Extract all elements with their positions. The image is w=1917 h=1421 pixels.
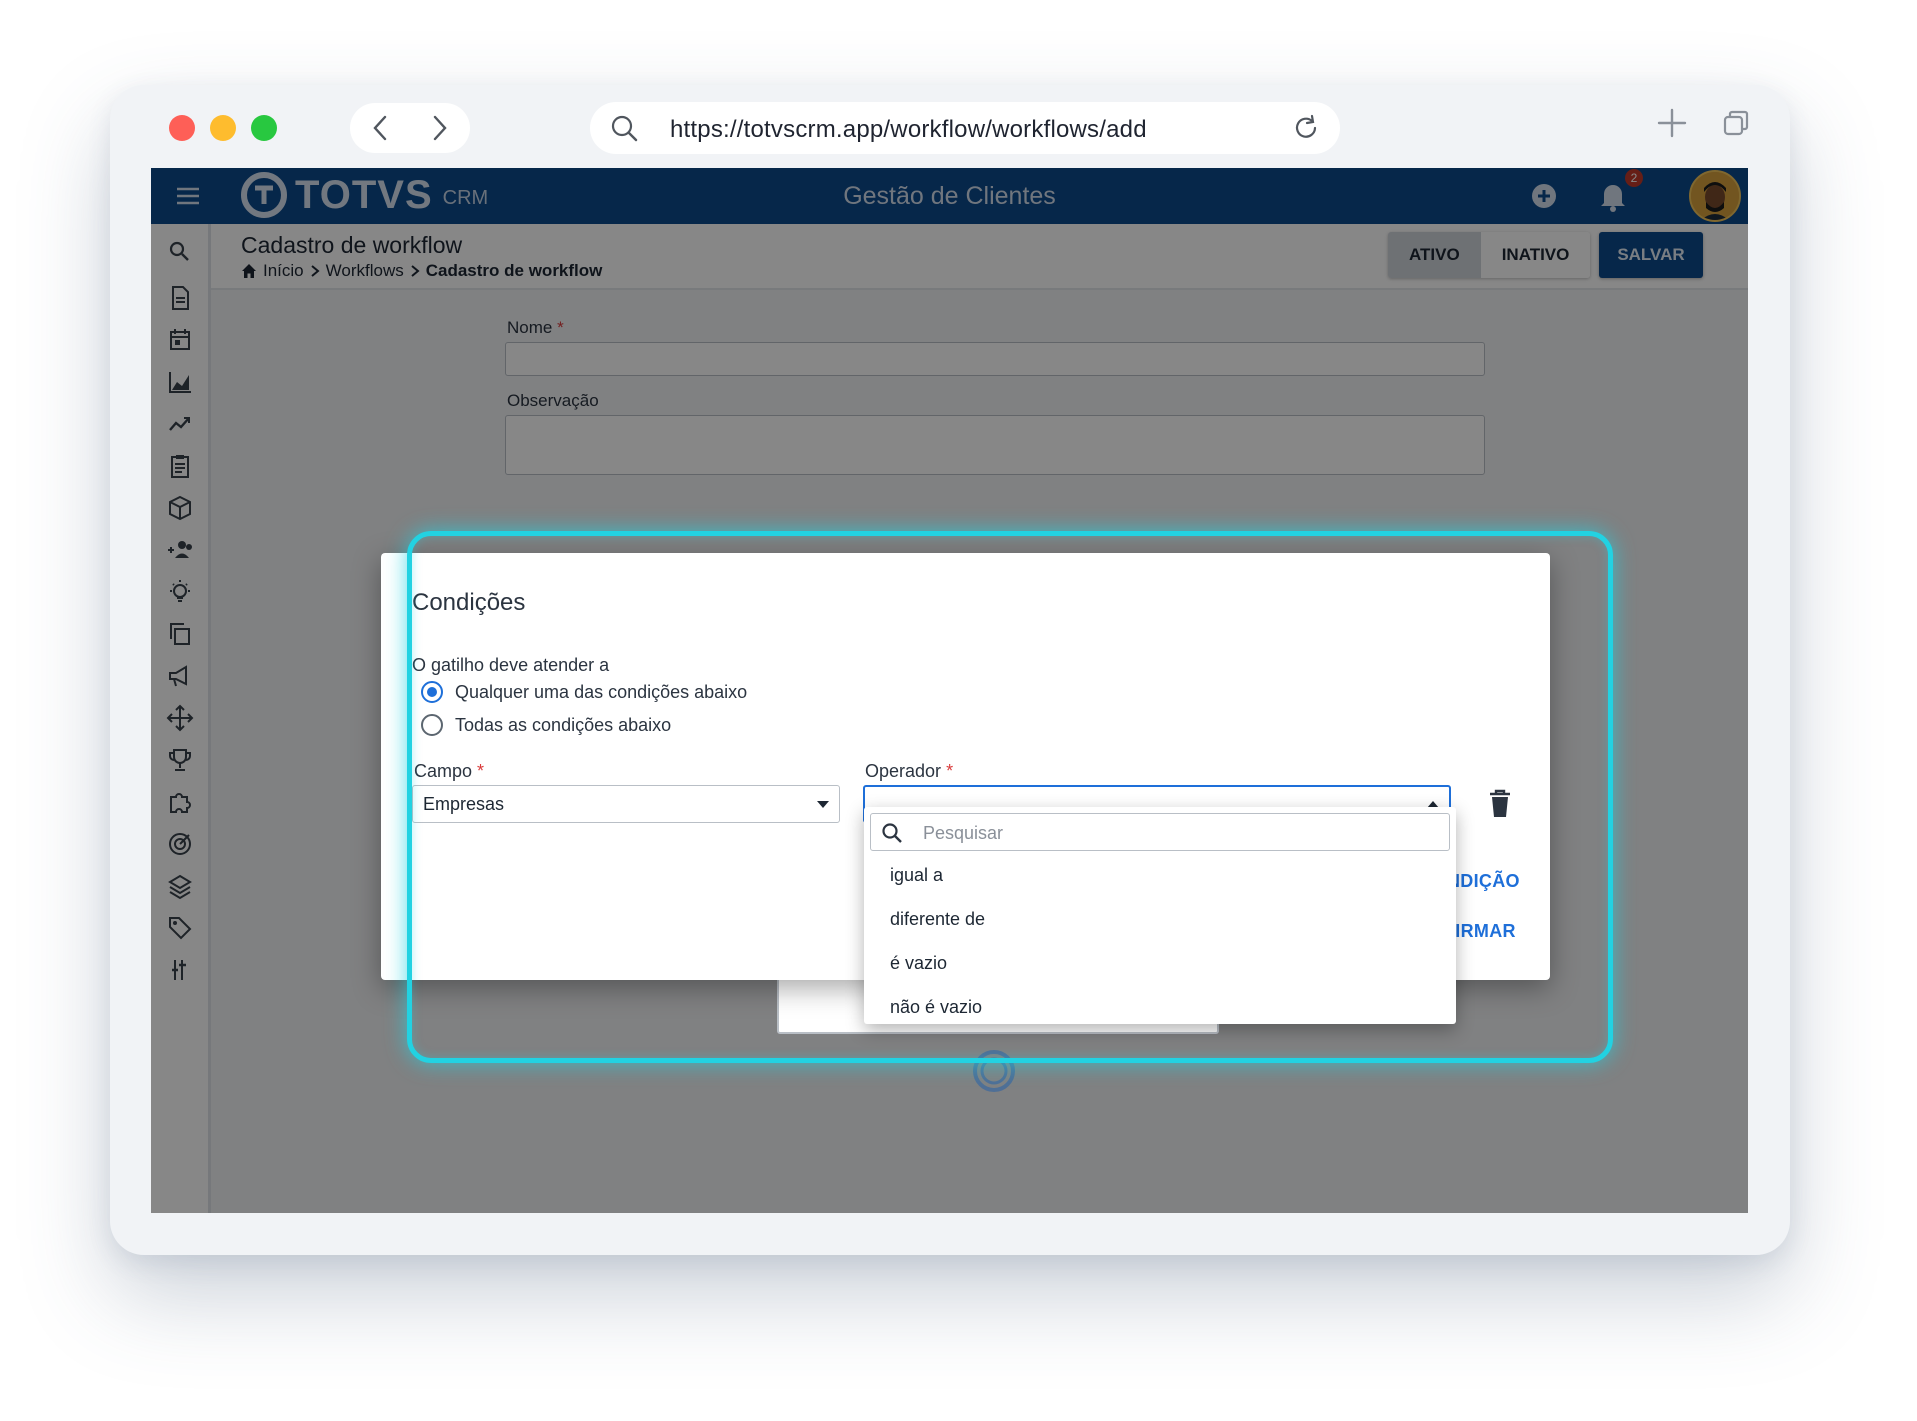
back-button[interactable] <box>350 103 410 153</box>
dropdown-search-placeholder: Pesquisar <box>923 823 1004 843</box>
operator-dropdown: Pesquisar igual a diferente de é vazio n… <box>864 807 1456 1024</box>
browser-window: https://totvscrm.app/workflow/workflows/… <box>110 85 1790 1255</box>
browser-nav <box>350 103 470 153</box>
search-icon <box>611 115 638 142</box>
url-text: https://totvscrm.app/workflow/workflows/… <box>670 116 1147 143</box>
search-icon <box>882 823 902 843</box>
dropdown-option-igual-a[interactable]: igual a <box>890 865 943 886</box>
reload-icon[interactable] <box>1292 114 1320 142</box>
dropdown-option-nao-e-vazio[interactable]: não é vazio <box>890 997 982 1018</box>
chevron-left-icon <box>373 115 387 141</box>
app-viewport: TOTVS CRM Gestão de Clientes 2 Cadastro … <box>151 168 1748 1213</box>
forward-button[interactable] <box>410 103 470 153</box>
address-bar[interactable]: https://totvscrm.app/workflow/workflows/… <box>590 102 1340 154</box>
dropdown-search-input[interactable]: Pesquisar <box>870 813 1450 851</box>
tabs-overview-icon[interactable] <box>1722 109 1750 137</box>
maximize-window-button[interactable] <box>251 115 277 141</box>
dropdown-option-diferente-de[interactable]: diferente de <box>890 909 985 930</box>
new-tab-icon[interactable] <box>1656 107 1688 139</box>
close-window-button[interactable] <box>169 115 195 141</box>
minimize-window-button[interactable] <box>210 115 236 141</box>
chevron-right-icon <box>433 115 447 141</box>
dropdown-option-e-vazio[interactable]: é vazio <box>890 953 947 974</box>
